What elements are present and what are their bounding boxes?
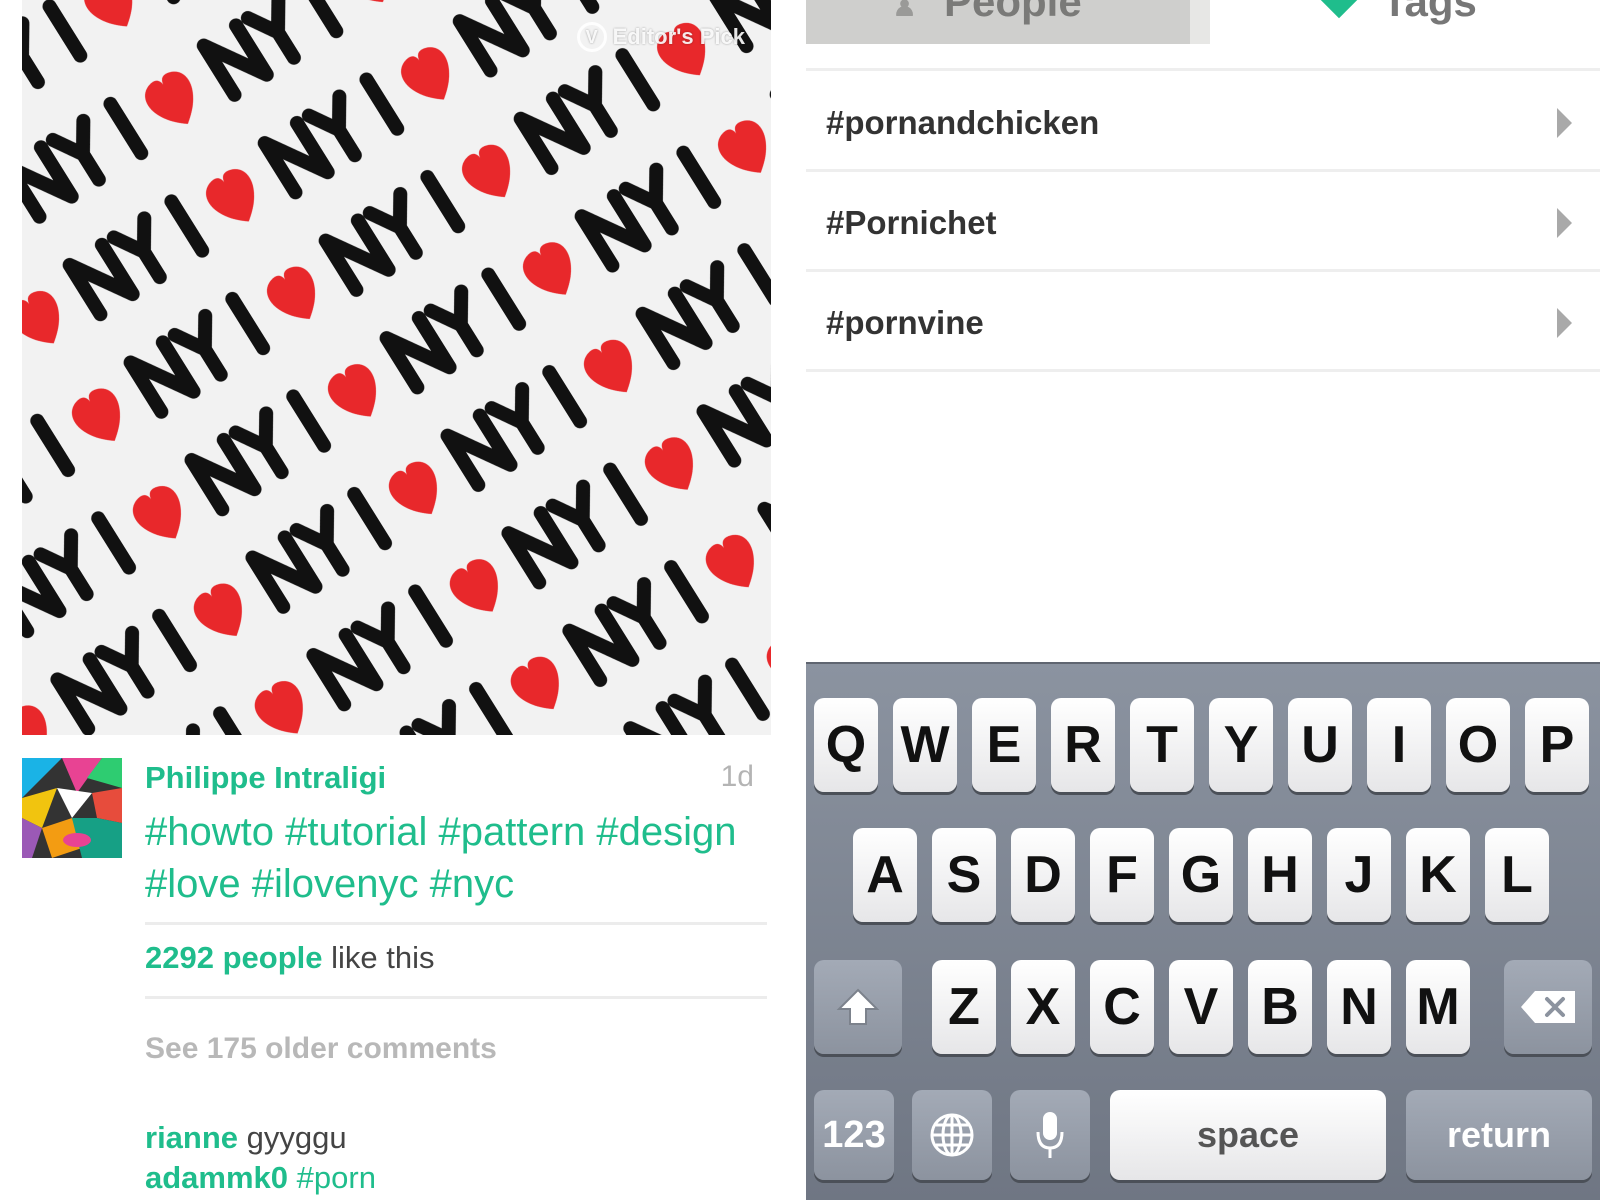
- key-j[interactable]: J: [1327, 828, 1391, 922]
- numbers-key[interactable]: 123: [814, 1090, 894, 1180]
- key-z[interactable]: Z: [932, 960, 996, 1054]
- tag-result[interactable]: #pornvine: [806, 274, 1600, 372]
- key-e[interactable]: E: [972, 698, 1036, 792]
- key-f[interactable]: F: [1090, 828, 1154, 922]
- backspace-icon: [1521, 991, 1575, 1023]
- shift-key[interactable]: [814, 960, 902, 1054]
- comment: adammk0 #porn: [145, 1160, 376, 1196]
- onscreen-keyboard: Q W E R T Y U I O P A S D F G H J K L Z …: [806, 662, 1600, 1200]
- key-l[interactable]: L: [1485, 828, 1549, 922]
- return-key[interactable]: return: [1406, 1090, 1592, 1180]
- key-k[interactable]: K: [1406, 828, 1470, 922]
- key-g[interactable]: G: [1169, 828, 1233, 922]
- tag-result-label: #pornandchicken: [826, 104, 1100, 141]
- divider: [145, 996, 767, 999]
- tag-icon: [1317, 0, 1361, 19]
- chevron-right-icon: [1557, 308, 1572, 338]
- key-b[interactable]: B: [1248, 960, 1312, 1054]
- key-r[interactable]: R: [1051, 698, 1115, 792]
- comment-text[interactable]: #porn: [297, 1160, 376, 1195]
- key-q[interactable]: Q: [814, 698, 878, 792]
- space-key[interactable]: space: [1110, 1090, 1386, 1180]
- key-o[interactable]: O: [1446, 698, 1510, 792]
- likes-line[interactable]: 2292 people like this: [145, 940, 434, 976]
- post-panel: V Editor's Pick Philippe Intraligi 1d #h…: [0, 0, 790, 1200]
- key-c[interactable]: C: [1090, 960, 1154, 1054]
- comment-user[interactable]: adammk0: [145, 1160, 288, 1195]
- globe-icon: [930, 1113, 974, 1157]
- key-a[interactable]: A: [853, 828, 917, 922]
- globe-key[interactable]: [912, 1090, 992, 1180]
- key-w[interactable]: W: [893, 698, 957, 792]
- divider: [806, 68, 1600, 71]
- editors-pick-label: Editor's Pick: [612, 24, 745, 49]
- tag-result-label: #Pornichet: [826, 204, 997, 241]
- key-s[interactable]: S: [932, 828, 996, 922]
- vine-icon: V: [576, 22, 607, 52]
- key-h[interactable]: H: [1248, 828, 1312, 922]
- post-time: 1d: [720, 760, 754, 793]
- key-p[interactable]: P: [1525, 698, 1589, 792]
- tab-tags-label[interactable]: Tags: [1382, 0, 1477, 26]
- divider: [145, 922, 767, 925]
- delete-key[interactable]: [1504, 960, 1592, 1054]
- key-n[interactable]: N: [1327, 960, 1391, 1054]
- key-v[interactable]: V: [1169, 960, 1233, 1054]
- chevron-right-icon: [1557, 108, 1572, 138]
- key-m[interactable]: M: [1406, 960, 1470, 1054]
- comment-text: gyyggu: [246, 1120, 347, 1155]
- tag-result[interactable]: #pornandchicken: [806, 74, 1600, 172]
- comment-user[interactable]: rianne: [145, 1120, 238, 1155]
- key-d[interactable]: D: [1011, 828, 1075, 922]
- key-u[interactable]: U: [1288, 698, 1352, 792]
- key-t[interactable]: T: [1130, 698, 1194, 792]
- tag-result[interactable]: #Pornichet: [806, 174, 1600, 272]
- tag-result-label: #pornvine: [826, 304, 984, 341]
- key-x[interactable]: X: [1011, 960, 1075, 1054]
- avatar[interactable]: [22, 758, 122, 858]
- dictation-key[interactable]: [1010, 1090, 1090, 1180]
- likes-count[interactable]: 2292 people: [145, 940, 322, 975]
- avatar-image: [22, 758, 122, 858]
- key-y[interactable]: Y: [1209, 698, 1273, 792]
- post-photo[interactable]: V Editor's Pick: [22, 0, 771, 735]
- shift-arrow-icon: [836, 988, 880, 1025]
- editors-pick-badge: V Editor's Pick: [576, 22, 745, 52]
- person-icon: ♟: [892, 0, 918, 22]
- older-comments-link[interactable]: See 175 older comments: [145, 1032, 497, 1066]
- microphone-icon: [1036, 1112, 1064, 1158]
- likes-suffix: like this: [322, 940, 435, 975]
- chevron-right-icon: [1557, 208, 1572, 238]
- author-name[interactable]: Philippe Intraligi: [145, 760, 386, 796]
- tab-people-label[interactable]: People: [944, 0, 1082, 26]
- key-i[interactable]: I: [1367, 698, 1431, 792]
- heart-pattern: [22, 0, 771, 735]
- comment: rianne gyyggu: [145, 1120, 347, 1156]
- post-caption[interactable]: #howto #tutorial #pattern #design #love …: [145, 806, 745, 910]
